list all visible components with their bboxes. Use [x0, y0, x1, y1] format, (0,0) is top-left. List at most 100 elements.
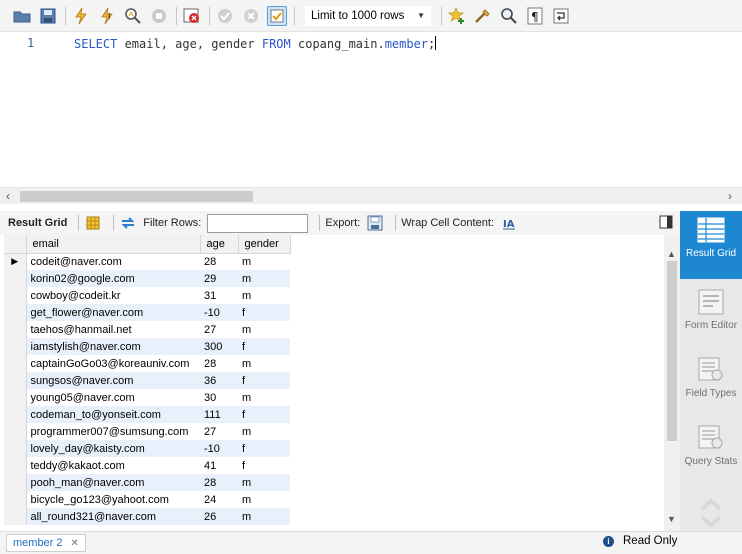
table-row[interactable]: codeman_to@yonseit.com 111 f: [4, 406, 290, 423]
row-indicator[interactable]: [4, 406, 27, 423]
scrollbar-thumb[interactable]: [20, 191, 253, 202]
table-row[interactable]: programmer007@sumsung.com 27 m: [4, 423, 290, 440]
bookmark-star-icon[interactable]: [447, 6, 467, 26]
table-row[interactable]: get_flower@naver.com -10 f: [4, 304, 290, 321]
result-grid-view-button[interactable]: Result Grid: [680, 211, 742, 279]
cell-email[interactable]: pooh_man@naver.com: [26, 474, 200, 491]
cell-age[interactable]: 30: [200, 389, 238, 406]
field-types-button[interactable]: Field Types: [680, 351, 742, 419]
cell-gender[interactable]: m: [238, 321, 290, 338]
table-row[interactable]: teddy@kakaot.com 41 f: [4, 457, 290, 474]
row-indicator[interactable]: [4, 338, 27, 355]
cell-gender[interactable]: f: [238, 372, 290, 389]
table-row[interactable]: iamstylish@naver.com 300 f: [4, 338, 290, 355]
sql-editor[interactable]: 1 SELECT email, age, gender FROM copang_…: [0, 32, 742, 187]
commit-icon[interactable]: [215, 6, 235, 26]
cell-age[interactable]: 111: [200, 406, 238, 423]
table-row[interactable]: ▶ codeit@naver.com 28 m: [4, 253, 290, 270]
table-row[interactable]: korin02@google.com 29 m: [4, 270, 290, 287]
wrap-cell-icon[interactable]: IA: [500, 214, 518, 232]
cell-gender[interactable]: f: [238, 457, 290, 474]
column-header-age[interactable]: age: [200, 235, 239, 254]
scroll-up-icon[interactable]: ▲: [667, 249, 676, 259]
stop-icon[interactable]: [149, 6, 169, 26]
cell-gender[interactable]: f: [238, 304, 290, 321]
cell-email[interactable]: lovely_day@kaisty.com: [26, 440, 200, 457]
execute-current-icon[interactable]: I: [97, 6, 117, 26]
cell-gender[interactable]: m: [238, 491, 290, 508]
cell-email[interactable]: teddy@kakaot.com: [26, 457, 200, 474]
table-row[interactable]: captainGoGo03@koreauniv.com 28 m: [4, 355, 290, 372]
row-indicator[interactable]: [4, 270, 27, 287]
cell-age[interactable]: 28: [200, 355, 238, 372]
result-tab-member-2[interactable]: member 2 ✕: [6, 534, 86, 552]
cell-gender[interactable]: m: [238, 287, 290, 304]
row-indicator[interactable]: [4, 321, 27, 338]
cell-email[interactable]: korin02@google.com: [26, 270, 200, 287]
explain-icon[interactable]: [123, 6, 143, 26]
cell-gender[interactable]: f: [238, 338, 290, 355]
result-grid-label[interactable]: Result Grid: [8, 217, 67, 229]
execute-icon[interactable]: [71, 6, 91, 26]
cell-gender[interactable]: m: [238, 423, 290, 440]
wrap-icon[interactable]: [551, 6, 571, 26]
cell-email[interactable]: all_round321@naver.com: [26, 508, 200, 525]
sql-query-text[interactable]: SELECT email, age, gender FROM copang_ma…: [74, 36, 437, 51]
cell-email[interactable]: codeit@naver.com: [26, 253, 200, 270]
cell-gender[interactable]: m: [238, 389, 290, 406]
table-row[interactable]: taehos@hanmail.net 27 m: [4, 321, 290, 338]
cell-age[interactable]: 29: [200, 270, 238, 287]
cell-email[interactable]: codeman_to@yonseit.com: [26, 406, 200, 423]
column-header-gender[interactable]: gender: [238, 235, 291, 254]
cell-age[interactable]: 26: [200, 508, 238, 525]
refresh-icon[interactable]: [119, 214, 137, 232]
cell-email[interactable]: bicycle_go123@yahoot.com: [26, 491, 200, 508]
cell-age[interactable]: 41: [200, 457, 238, 474]
table-row[interactable]: all_round321@naver.com 26 m: [4, 508, 290, 525]
table-row[interactable]: sungsos@naver.com 36 f: [4, 372, 290, 389]
table-row[interactable]: cowboy@codeit.kr 31 m: [4, 287, 290, 304]
close-icon[interactable]: ✕: [71, 538, 79, 549]
result-grid[interactable]: email age gender ▶ codeit@naver.com 28 m kor…: [4, 235, 664, 531]
cell-age[interactable]: 31: [200, 287, 238, 304]
scrollbar-thumb[interactable]: [667, 261, 677, 441]
rollback-icon[interactable]: [241, 6, 261, 26]
toggle-panel-icon[interactable]: [659, 215, 673, 232]
table-row[interactable]: lovely_day@kaisty.com -10 f: [4, 440, 290, 457]
cell-age[interactable]: 24: [200, 491, 238, 508]
cell-gender[interactable]: m: [238, 270, 290, 287]
cell-email[interactable]: cowboy@codeit.kr: [26, 287, 200, 304]
cell-age[interactable]: 28: [200, 253, 238, 270]
cell-gender[interactable]: m: [238, 508, 290, 525]
scroll-down-icon[interactable]: ▼: [667, 514, 676, 524]
export-icon[interactable]: [366, 214, 384, 232]
cell-email[interactable]: captainGoGo03@koreauniv.com: [26, 355, 200, 372]
row-indicator[interactable]: [4, 355, 27, 372]
cell-gender[interactable]: f: [238, 406, 290, 423]
cell-email[interactable]: programmer007@sumsung.com: [26, 423, 200, 440]
row-indicator[interactable]: [4, 491, 27, 508]
scroll-right-icon[interactable]: ›: [728, 189, 732, 203]
cell-age[interactable]: -10: [200, 440, 238, 457]
table-row[interactable]: bicycle_go123@yahoot.com 24 m: [4, 491, 290, 508]
limit-rows-select[interactable]: Limit to 1000 rows ▼: [304, 4, 432, 27]
cell-gender[interactable]: m: [238, 253, 290, 270]
cell-email[interactable]: iamstylish@naver.com: [26, 338, 200, 355]
toggle-error-icon[interactable]: [182, 6, 202, 26]
cell-age[interactable]: 27: [200, 423, 238, 440]
form-editor-button[interactable]: Form Editor: [680, 283, 742, 351]
row-indicator[interactable]: [4, 287, 27, 304]
scroll-left-icon[interactable]: ‹: [6, 189, 10, 203]
cell-gender[interactable]: m: [238, 474, 290, 491]
cell-gender[interactable]: f: [238, 440, 290, 457]
cell-email[interactable]: get_flower@naver.com: [26, 304, 200, 321]
cell-email[interactable]: sungsos@naver.com: [26, 372, 200, 389]
row-indicator[interactable]: [4, 440, 27, 457]
grid-layout-icon[interactable]: [84, 214, 102, 232]
table-row[interactable]: young05@naver.com 30 m: [4, 389, 290, 406]
grid-vertical-scrollbar[interactable]: ▲ ▼: [664, 235, 680, 531]
find-icon[interactable]: [499, 6, 519, 26]
open-folder-icon[interactable]: [12, 6, 32, 26]
cell-email[interactable]: young05@naver.com: [26, 389, 200, 406]
row-indicator[interactable]: [4, 508, 27, 525]
